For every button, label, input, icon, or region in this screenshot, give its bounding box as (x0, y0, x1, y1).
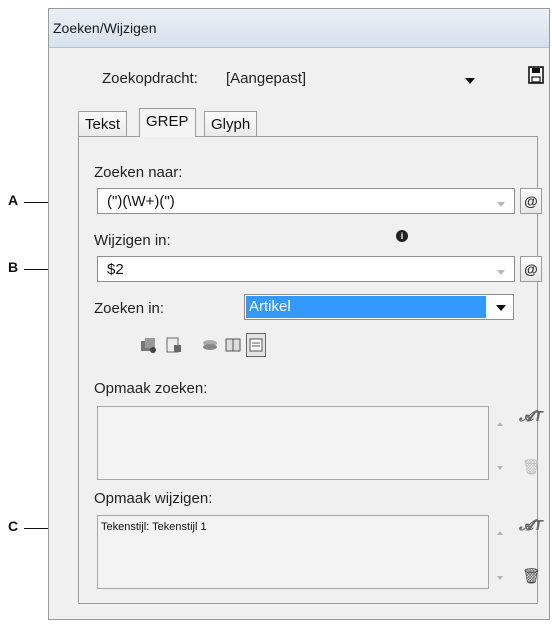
find-value: (")(\W+)(") (107, 193, 175, 210)
window-title: Zoeken/Wijzigen (53, 20, 157, 36)
find-special-chars-button[interactable]: @ (520, 188, 542, 214)
change-format-scroll-up-icon[interactable] (497, 531, 503, 535)
selection-icon[interactable] (246, 333, 266, 357)
callout-a: A (8, 192, 19, 208)
change-label: Wijzigen in: (94, 232, 171, 249)
change-format-delete-icon[interactable]: 🗑 (522, 567, 541, 585)
search-in-label: Zoeken in: (94, 300, 165, 317)
find-history-arrow-icon[interactable] (497, 202, 505, 207)
info-icon: i (396, 230, 408, 242)
story-icon[interactable] (224, 334, 242, 356)
change-format-settings-icon[interactable]: 𝓐T (519, 517, 543, 534)
document-icon[interactable] (165, 334, 183, 356)
tab-tekst[interactable]: Tekst (78, 111, 128, 137)
find-format-delete-icon[interactable]: 🗑 (522, 458, 541, 476)
find-format-label: Opmaak zoeken: (94, 380, 208, 397)
find-format-box[interactable] (97, 406, 489, 480)
tab-grep[interactable]: GREP (139, 108, 196, 137)
find-format-scroll-down-icon[interactable] (497, 466, 503, 470)
query-select[interactable]: [Aangepast] (226, 70, 306, 87)
search-in-dropdown-arrow-icon[interactable] (496, 305, 506, 311)
layers-icon[interactable] (201, 334, 219, 356)
find-label: Zoeken naar: (94, 164, 183, 181)
change-field[interactable]: $2 (97, 256, 515, 282)
all-documents-icon[interactable] (138, 334, 158, 356)
change-format-scroll-down-icon[interactable] (497, 576, 503, 580)
find-format-scroll-up-icon[interactable] (497, 422, 503, 426)
change-special-chars-button[interactable]: @ (520, 256, 542, 282)
titlebar[interactable]: Zoeken/Wijzigen (49, 9, 549, 48)
search-in-value: Artikel (246, 296, 486, 318)
callout-b: B (8, 259, 19, 275)
change-format-box[interactable]: Tekenstijl: Tekenstijl 1 (97, 515, 489, 589)
find-format-settings-icon[interactable]: 𝓐T (519, 408, 543, 425)
change-history-arrow-icon[interactable] (497, 270, 505, 275)
change-format-content: Tekenstijl: Tekenstijl 1 (101, 521, 207, 533)
change-value: $2 (107, 261, 124, 278)
find-field[interactable]: (")(\W+)(") (97, 188, 515, 214)
query-label: Zoekopdracht: (102, 70, 198, 87)
search-in-select[interactable]: Artikel (244, 294, 514, 320)
query-dropdown-arrow-icon[interactable] (465, 78, 475, 84)
change-format-label: Opmaak wijzigen: (94, 490, 213, 507)
floppy-disk-icon[interactable] (528, 66, 544, 84)
tab-glyph[interactable]: Glyph (204, 111, 258, 137)
callout-c: C (8, 518, 19, 534)
